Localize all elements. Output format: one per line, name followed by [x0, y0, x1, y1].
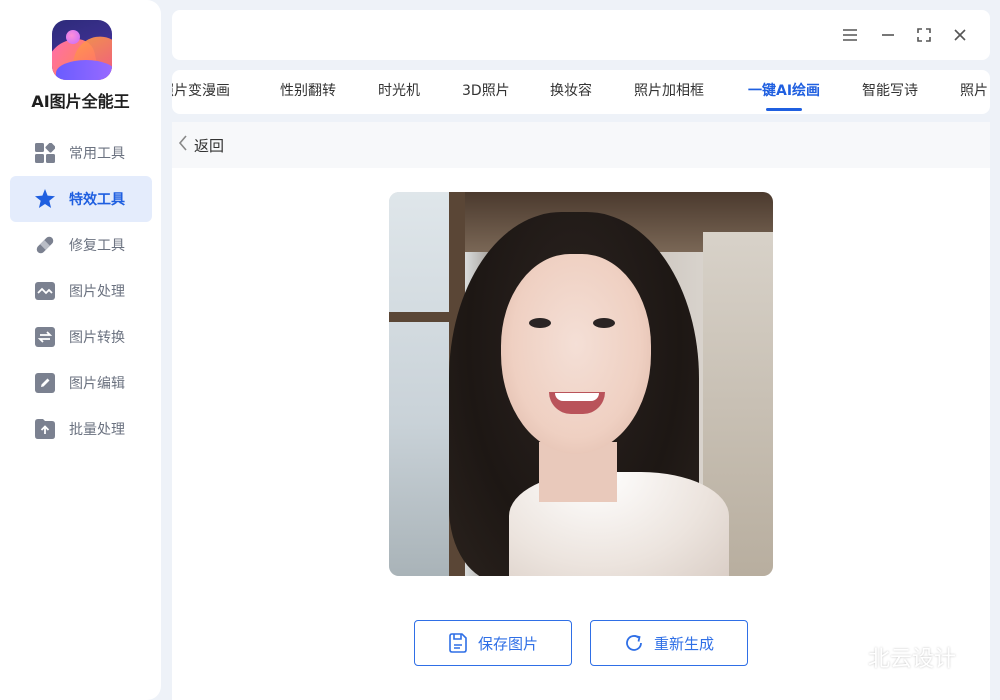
effect-tabs: 照片变漫画 性别翻转 时光机 3D照片 换妆容 照片加相框 一键AI绘画 智能写…	[172, 70, 990, 114]
app-name: AI图片全能王	[31, 92, 130, 111]
menu-icon[interactable]	[839, 24, 861, 46]
tab-gender-swap[interactable]: 性别翻转	[280, 70, 336, 114]
save-image-label: 保存图片	[477, 634, 538, 653]
sidebar-nav: 常用工具 特效工具 修复工具 图片处理 图片转换 图片编辑 批量处理	[10, 130, 152, 452]
refresh-icon	[624, 633, 644, 653]
tab-makeup[interactable]: 换妆容	[550, 70, 592, 114]
sidebar-item-label: 图片编辑	[69, 376, 125, 392]
sidebar-item-image-convert[interactable]: 图片转换	[10, 314, 152, 360]
sidebar-item-label: 图片处理	[69, 284, 125, 300]
tab-time-machine[interactable]: 时光机	[378, 70, 420, 114]
chevron-left-icon	[176, 134, 190, 156]
sidebar-item-effect-tools[interactable]: 特效工具	[10, 176, 152, 222]
regenerate-label: 重新生成	[653, 634, 714, 653]
sidebar-item-label: 常用工具	[69, 146, 125, 162]
tab-photo-more[interactable]: 照片	[960, 70, 988, 114]
sidebar-item-image-processing[interactable]: 图片处理	[10, 268, 152, 314]
regenerate-button[interactable]: 重新生成	[590, 620, 748, 666]
tab-poem-writing[interactable]: 智能写诗	[862, 70, 918, 114]
save-icon	[448, 633, 468, 653]
tab-ai-painting[interactable]: 一键AI绘画	[748, 70, 820, 114]
save-image-button[interactable]: 保存图片	[414, 620, 572, 666]
sidebar: AI图片全能王 常用工具 特效工具 修复工具 图片处理 图片转换 图片编辑 批量…	[0, 0, 161, 700]
convert-icon	[34, 326, 56, 348]
grid-icon	[34, 142, 56, 164]
maximize-icon[interactable]	[913, 24, 935, 46]
edit-icon	[34, 372, 56, 394]
sidebar-item-label: 特效工具	[69, 192, 125, 208]
sidebar-item-batch-processing[interactable]: 批量处理	[10, 406, 152, 452]
image-icon	[34, 280, 56, 302]
tab-photo-frame[interactable]: 照片加相框	[634, 70, 704, 114]
back-button[interactable]: 返回	[172, 122, 990, 168]
title-bar	[172, 10, 990, 60]
generated-image	[389, 192, 773, 576]
minimize-icon[interactable]	[877, 24, 899, 46]
sidebar-item-common-tools[interactable]: 常用工具	[10, 130, 152, 176]
star-icon	[34, 188, 56, 210]
close-icon[interactable]	[949, 24, 971, 46]
upload-icon	[34, 418, 56, 440]
tab-3d-photo[interactable]: 3D照片	[462, 70, 510, 114]
watermark-text: 北云设计	[868, 647, 957, 672]
app-logo	[52, 20, 112, 80]
sidebar-item-repair-tools[interactable]: 修复工具	[10, 222, 152, 268]
main-panel: 返回 保存图片 重新生成	[172, 122, 990, 700]
watermark: 北云设计	[820, 640, 956, 674]
sidebar-item-image-edit[interactable]: 图片编辑	[10, 360, 152, 406]
sidebar-item-label: 图片转换	[69, 330, 125, 346]
tab-photo-to-comic[interactable]: 照片变漫画	[172, 70, 230, 114]
bandage-icon	[34, 234, 56, 256]
sidebar-item-label: 批量处理	[69, 422, 125, 438]
sidebar-item-label: 修复工具	[69, 238, 125, 254]
wechat-icon	[820, 639, 860, 675]
back-label: 返回	[194, 136, 225, 155]
